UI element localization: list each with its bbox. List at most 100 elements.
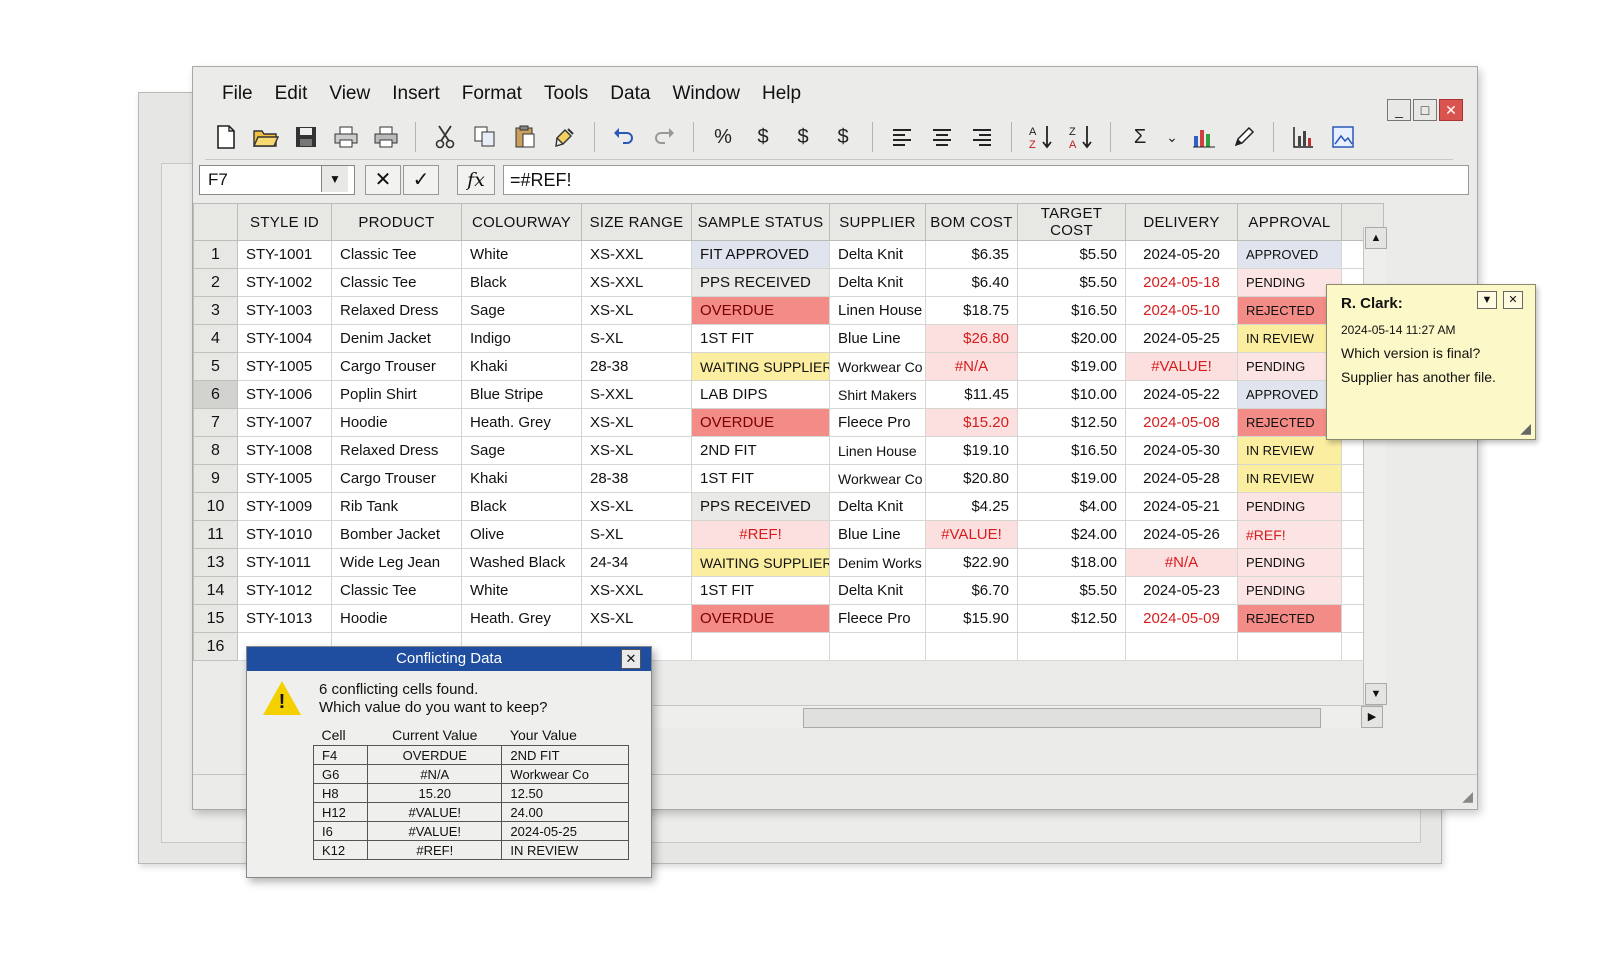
cell-target-cost[interactable]: $16.50 [1017, 436, 1126, 465]
chart-icon[interactable] [1189, 122, 1219, 152]
horizontal-scroll-thumb[interactable] [803, 708, 1321, 728]
cell-sample-status[interactable]: PPS RECEIVED [691, 268, 830, 297]
cell-supplier[interactable]: Delta Knit [829, 268, 926, 297]
cell-style-id[interactable]: STY-1004 [237, 324, 332, 353]
row-header[interactable]: 14 [193, 576, 238, 605]
conflict-row[interactable]: K12 #REF! IN REVIEW [312, 840, 629, 860]
cell-product[interactable]: Relaxed Dress [331, 296, 462, 325]
cell-size-range[interactable]: XS-XXL [581, 268, 692, 297]
save-icon[interactable] [291, 122, 321, 152]
cell-approval[interactable]: PENDING [1237, 576, 1342, 605]
cell-style-id[interactable]: STY-1012 [237, 576, 332, 605]
cell-style-id[interactable]: STY-1008 [237, 436, 332, 465]
cell-sample-status[interactable]: OVERDUE [691, 296, 830, 325]
formula-input[interactable]: =#REF! [503, 165, 1469, 195]
cell-delivery[interactable]: #VALUE! [1125, 352, 1238, 381]
cell-product[interactable]: Classic Tee [331, 576, 462, 605]
row-header[interactable]: 2 [193, 268, 238, 297]
print-preview-icon[interactable] [371, 122, 401, 152]
scroll-down-icon[interactable]: ▼ [1365, 683, 1387, 705]
cell-product[interactable]: Classic Tee [331, 240, 462, 269]
cell-sample-status[interactable]: LAB DIPS [691, 380, 830, 409]
cell-size-range[interactable]: S-XXL [581, 380, 692, 409]
cell-colourway[interactable]: Black [461, 492, 582, 521]
cell-size-range[interactable]: 28-38 [581, 352, 692, 381]
cell-target-cost[interactable]: $5.50 [1017, 240, 1126, 269]
conflict-row[interactable]: H12 #VALUE! 24.00 [312, 802, 629, 822]
align-right-icon[interactable] [967, 122, 997, 152]
cell-sample-status[interactable]: 1ST FIT [691, 464, 830, 493]
cell-delivery[interactable]: 2024-05-18 [1125, 268, 1238, 297]
cell-sample-status[interactable]: #REF! [691, 520, 830, 549]
comment-resize-icon[interactable]: ◢ [1520, 420, 1531, 437]
conflict-row[interactable]: I6 #VALUE! 2024-05-25 [312, 821, 629, 841]
cell-supplier[interactable]: Blue Line [829, 324, 926, 353]
cell-sample-status[interactable]: FIT APPROVED [691, 240, 830, 269]
cell-product[interactable]: Cargo Trouser [331, 352, 462, 381]
cell-size-range[interactable]: 28-38 [581, 464, 692, 493]
cell-supplier[interactable]: Blue Line [829, 520, 926, 549]
align-left-icon[interactable] [887, 122, 917, 152]
conflict-current-value[interactable]: OVERDUE [367, 745, 503, 765]
cell-style-id[interactable]: STY-1002 [237, 268, 332, 297]
col-header-delivery[interactable]: DELIVERY [1125, 203, 1238, 241]
col-header-target-cost[interactable]: TARGET COST [1017, 203, 1126, 241]
conflict-your-value[interactable]: 2ND FIT [501, 745, 629, 765]
cell-colourway[interactable]: White [461, 576, 582, 605]
scroll-up-icon[interactable]: ▲ [1365, 227, 1387, 249]
copy-icon[interactable] [470, 122, 500, 152]
conflict-your-value[interactable]: 12.50 [501, 783, 629, 803]
cell-supplier[interactable]: Delta Knit [829, 492, 926, 521]
row-header[interactable]: 6 [193, 380, 238, 409]
cell-bom-cost[interactable]: $19.10 [925, 436, 1018, 465]
cell-colourway[interactable]: Heath. Grey [461, 408, 582, 437]
row-header[interactable]: 1 [193, 240, 238, 269]
conflict-your-value[interactable]: 24.00 [501, 802, 629, 822]
cell-colourway[interactable]: Olive [461, 520, 582, 549]
row-header[interactable]: 13 [193, 548, 238, 577]
col-header-colourway[interactable]: COLOURWAY [461, 203, 582, 241]
cell-supplier[interactable] [829, 632, 926, 661]
cancel-formula-button[interactable]: ✕ [365, 165, 401, 195]
cell-supplier[interactable]: Linen House [829, 436, 926, 465]
cell-target-cost[interactable]: $24.00 [1017, 520, 1126, 549]
cell-supplier[interactable]: Shirt Makers [829, 380, 926, 409]
cell-delivery[interactable]: 2024-05-30 [1125, 436, 1238, 465]
cell-style-id[interactable]: STY-1011 [237, 548, 332, 577]
cell-supplier[interactable]: Linen House [829, 296, 926, 325]
col-header-product[interactable]: PRODUCT [331, 203, 462, 241]
cell-delivery[interactable]: 2024-05-21 [1125, 492, 1238, 521]
cell-bom-cost[interactable]: $20.80 [925, 464, 1018, 493]
cell-target-cost[interactable]: $12.50 [1017, 408, 1126, 437]
dialog-close-icon[interactable]: ✕ [621, 649, 641, 669]
comment-dropdown-icon[interactable]: ▼ [1477, 291, 1497, 309]
col-header-bom-cost[interactable]: BOM COST [925, 203, 1018, 241]
chart-wizard-icon[interactable] [1288, 122, 1318, 152]
cell-bom-cost[interactable]: $15.90 [925, 604, 1018, 633]
row-header[interactable]: 7 [193, 408, 238, 437]
insert-function-button[interactable]: fx [457, 165, 495, 195]
redo-icon[interactable] [649, 122, 679, 152]
conflict-current-value[interactable]: #VALUE! [367, 802, 503, 822]
cell-style-id[interactable]: STY-1006 [237, 380, 332, 409]
cell-approval[interactable]: APPROVED [1237, 240, 1342, 269]
cell-target-cost[interactable]: $12.50 [1017, 604, 1126, 633]
cell-target-cost[interactable]: $10.00 [1017, 380, 1126, 409]
cell-bom-cost[interactable]: $4.25 [925, 492, 1018, 521]
cell-delivery[interactable]: #N/A [1125, 548, 1238, 577]
cell-bom-cost[interactable]: $15.20 [925, 408, 1018, 437]
cell-style-id[interactable]: STY-1001 [237, 240, 332, 269]
resize-grip-icon[interactable]: ◢ [1462, 788, 1473, 805]
col-header-size-range[interactable]: SIZE RANGE [581, 203, 692, 241]
autosum-dropdown[interactable]: ⌄ [1165, 122, 1179, 152]
cell-supplier[interactable]: Fleece Pro [829, 408, 926, 437]
paste-icon[interactable] [510, 122, 540, 152]
cell-product[interactable]: Cargo Trouser [331, 464, 462, 493]
col-header-supplier[interactable]: SUPPLIER [829, 203, 926, 241]
new-file-icon[interactable] [211, 122, 241, 152]
autosum-button[interactable]: Σ [1125, 122, 1155, 152]
conflict-your-value[interactable]: IN REVIEW [501, 840, 629, 860]
cell-supplier[interactable]: Delta Knit [829, 240, 926, 269]
cell-colourway[interactable]: Heath. Grey [461, 604, 582, 633]
col-header-approval[interactable]: APPROVAL [1237, 203, 1342, 241]
